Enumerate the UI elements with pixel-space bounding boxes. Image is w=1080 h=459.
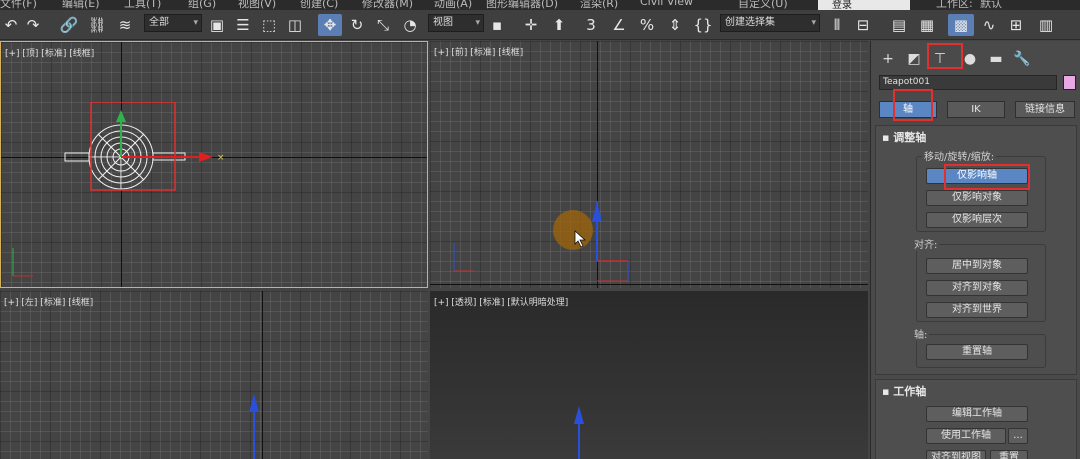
affect-pivot-only-highlight <box>944 164 1030 190</box>
motion-tab-icon[interactable]: ● <box>959 49 981 69</box>
select-manipulate-icon[interactable]: ✛ <box>520 14 542 36</box>
ribbon-toggle-icon[interactable]: ▩ <box>948 14 974 36</box>
edit-working-pivot-button[interactable]: 编辑工作轴 <box>926 406 1028 422</box>
use-working-pivot-button[interactable]: 使用工作轴 <box>926 428 1006 444</box>
align-group-label: 对齐: <box>912 236 940 251</box>
main-toolbar: ↶ ↷ 🔗 ⛓ ≋ 全部 ▣ ☰ ⬚ ◫ ✥ ↻ ⤡ ◔ 视图 ▪ ✛ ⬆ 3 … <box>0 10 1080 40</box>
menu-tools[interactable]: 工具(T) <box>124 0 161 10</box>
menu-file[interactable]: 文件(F) <box>0 0 37 10</box>
pivot-tab-highlight <box>893 89 933 121</box>
tab-ik[interactable]: IK <box>947 101 1005 118</box>
viewport-front[interactable]: [+] [前] [标准] [线框] <box>430 41 868 288</box>
menu-civil-view[interactable]: Civil View <box>640 0 693 8</box>
selection-filter-dropdown[interactable]: 全部 <box>144 14 202 32</box>
undo-icon[interactable]: ↶ <box>2 14 20 36</box>
affect-hierarchy-only-button[interactable]: 仅影响层次 <box>926 212 1028 228</box>
curve-editor-icon[interactable]: ∿ <box>978 14 1000 36</box>
view-axis-tripod-icon <box>12 248 33 277</box>
menu-customize[interactable]: 自定义(U) <box>738 0 788 10</box>
reset-pivot-button[interactable]: 重置轴 <box>926 344 1028 360</box>
keyboard-shortcut-icon[interactable]: ⬆ <box>548 14 570 36</box>
align-to-object-button[interactable]: 对齐到对象 <box>926 280 1028 296</box>
object-name-field[interactable]: Teapot001 <box>879 75 1057 90</box>
svg-text:×: × <box>217 153 225 163</box>
window-crossing-icon[interactable]: ◫ <box>284 14 306 36</box>
rotate-icon[interactable]: ↻ <box>346 14 368 36</box>
scale-icon[interactable]: ⤡ <box>372 14 394 36</box>
select-object-icon[interactable]: ▣ <box>206 14 228 36</box>
viewport-front-label[interactable]: [+] [前] [标准] [线框] <box>434 45 523 58</box>
angle-snap-icon[interactable]: ∠ <box>608 14 630 36</box>
menu-bar: 文件(F) 编辑(E) 工具(T) 组(G) 视图(V) 创建(C) 修改器(M… <box>0 0 1080 10</box>
menu-modifiers[interactable]: 修改器(M) <box>362 0 413 10</box>
edit-named-selection-icon[interactable]: {} <box>692 14 714 36</box>
display-tab-icon[interactable]: ▬ <box>985 49 1007 69</box>
viewport-perspective[interactable]: [+] [透视] [标准] [默认明暗处理] <box>430 291 868 459</box>
named-selection-set-dropdown[interactable]: 创建选择集 <box>720 14 820 32</box>
scene-explorer-icon[interactable]: ▦ <box>916 14 938 36</box>
unlink-icon[interactable]: ⛓ <box>86 14 108 36</box>
align-to-view-button[interactable]: 对齐到视图 <box>926 450 986 459</box>
adjust-pivot-title[interactable]: ▪ 调整轴 <box>882 129 926 145</box>
center-to-object-button[interactable]: 居中到对象 <box>926 258 1028 274</box>
reset-button[interactable]: 重置 <box>990 450 1028 459</box>
viewport-perspective-label[interactable]: [+] [透视] [标准] [默认明暗处理] <box>434 295 568 308</box>
viewport-top[interactable]: [+] [顶] [标准] [线框] × <box>0 41 428 288</box>
pivot-center-icon[interactable]: ▪ <box>488 14 506 36</box>
create-tab-icon[interactable]: + <box>877 49 899 69</box>
viewport-left[interactable]: [+] [左] [标准] [线框] <box>0 291 428 459</box>
working-pivot-options-button[interactable]: ... <box>1008 428 1028 444</box>
sign-in-field[interactable]: 登录 <box>818 0 910 10</box>
snaps-toggle-icon[interactable]: 3 <box>580 14 602 36</box>
menu-create[interactable]: 创建(C) <box>300 0 338 10</box>
world-ground-line <box>430 284 868 285</box>
menu-graph-editors[interactable]: 图形编辑器(D) <box>486 0 558 10</box>
reference-coord-dropdown[interactable]: 视图 <box>428 14 484 32</box>
select-by-name-icon[interactable]: ☰ <box>232 14 254 36</box>
menu-view[interactable]: 视图(V) <box>238 0 276 10</box>
command-panel: + ◩ ⊤ ● ▬ 🔧 Teapot001 轴 IK 链接信息 ▪ 调整轴 移动… <box>870 41 1080 459</box>
workspace-label: 工作区: <box>936 0 973 10</box>
pivot-gizmo-perspective[interactable] <box>565 396 605 459</box>
mirror-icon[interactable]: ⫴ <box>826 14 848 36</box>
layer-explorer-icon[interactable]: ▤ <box>888 14 910 36</box>
workspace-dropdown[interactable]: 默认 <box>980 0 1002 10</box>
menu-rendering[interactable]: 渲染(R) <box>580 0 618 10</box>
hierarchy-tab-highlight <box>927 43 963 69</box>
placement-icon[interactable]: ◔ <box>398 14 422 36</box>
viewport-top-label[interactable]: [+] [顶] [标准] [线框] <box>5 46 94 59</box>
teapot-wireframe[interactable]: × <box>61 102 241 212</box>
menu-animation[interactable]: 动画(A) <box>434 0 472 10</box>
utilities-tab-icon[interactable]: 🔧 <box>1011 49 1033 69</box>
mouse-pointer-icon <box>574 230 587 248</box>
viewport-left-label[interactable]: [+] [左] [标准] [线框] <box>4 295 93 308</box>
percent-snap-icon[interactable]: % <box>636 14 658 36</box>
redo-icon[interactable]: ↷ <box>24 14 42 36</box>
bind-space-warp-icon[interactable]: ≋ <box>114 14 136 36</box>
schematic-view-icon[interactable]: ⊞ <box>1004 14 1028 36</box>
menu-group[interactable]: 组(G) <box>188 0 216 10</box>
move-group-label: 移动/旋转/缩放: <box>922 148 997 163</box>
modify-tab-icon[interactable]: ◩ <box>903 49 925 69</box>
align-icon[interactable]: ⊟ <box>852 14 874 36</box>
working-pivot-rollout: ▪ 工作轴 编辑工作轴 使用工作轴 ... 对齐到视图 重置 <box>875 379 1077 459</box>
adjust-pivot-rollout: ▪ 调整轴 移动/旋转/缩放: 仅影响轴 仅影响对象 仅影响层次 对齐: 居中到… <box>875 125 1077 375</box>
material-editor-icon[interactable]: ▥ <box>1034 14 1058 36</box>
object-color-swatch[interactable] <box>1063 75 1076 90</box>
link-icon[interactable]: 🔗 <box>58 14 80 36</box>
spinner-snap-icon[interactable]: ⇕ <box>664 14 686 36</box>
tab-link-info[interactable]: 链接信息 <box>1015 101 1075 118</box>
affect-object-only-button[interactable]: 仅影响对象 <box>926 190 1028 206</box>
pivot-gizmo-left[interactable] <box>240 376 280 459</box>
working-pivot-title[interactable]: ▪ 工作轴 <box>882 383 926 399</box>
front-axis-tripod-icon <box>453 243 474 272</box>
align-to-world-button[interactable]: 对齐到世界 <box>926 302 1028 318</box>
pivot-group-label: 轴: <box>912 326 930 341</box>
rect-selection-icon[interactable]: ⬚ <box>258 14 280 36</box>
menu-edit[interactable]: 编辑(E) <box>62 0 100 10</box>
move-icon[interactable]: ✥ <box>318 14 342 36</box>
move-gizmo: × <box>116 110 225 163</box>
